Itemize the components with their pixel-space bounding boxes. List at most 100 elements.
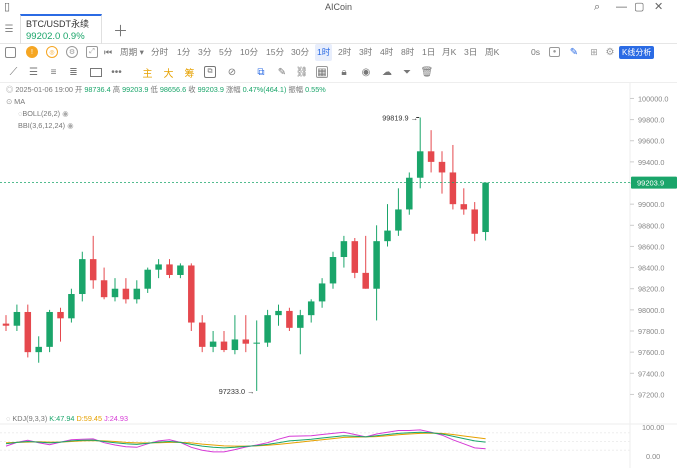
interval-7[interactable]: 1时 [315,44,333,61]
interval-12[interactable]: 1日 [422,44,435,61]
interval-4[interactable]: 10分 [240,44,258,61]
tab-price-value: 99202.0 [26,31,61,42]
boll-indicator[interactable]: ◌BOLL(26,2) ◉ [18,109,68,119]
kline-analysis-button[interactable]: K线分析 [619,46,655,59]
eye-toggle-icon[interactable]: ◉ [62,109,68,118]
compare-icon[interactable]: ⊞ [588,46,600,58]
kdj-readout: ◌ KDJ(9,3,3) K:47.94 D:59.45 J:24.93 [6,414,128,424]
price-tick-label: 98400.0 [638,264,664,273]
candle-body [307,301,315,316]
candle-body [177,265,184,275]
candle-body [373,241,380,289]
interval-6[interactable]: 30分 [291,44,309,61]
period-dropdown[interactable]: 周期 ▾ [120,44,144,61]
search-icon[interactable]: ⌕ [594,1,600,13]
candle-body [133,288,141,300]
close-icon[interactable]: ✕ [654,1,663,13]
change-label: 涨幅 [225,85,241,94]
price-tick-label: 99600.0 [638,137,664,146]
menu-icon[interactable]: ☰ [3,23,15,35]
candlestick-chart[interactable]: 100000.099800.099600.099400.099200.09900… [0,83,677,468]
interval-14[interactable]: 3日 [464,44,477,61]
bbi-indicator[interactable]: BBI(3,6,12,24) ◉ [18,121,73,131]
link-icon[interactable]: ⛓ [296,66,309,78]
interval-8[interactable]: 2时 [338,44,351,61]
interval-2[interactable]: 3分 [198,44,211,61]
eye-toggle-icon[interactable]: ◉ [67,121,73,130]
candle-body [242,339,250,344]
eye-icon[interactable]: ◉ [360,66,372,78]
low-annotation: 97233.0 → [219,387,255,396]
candle-body [155,264,162,270]
fib-icon[interactable]: ≣ [67,66,80,79]
trash-icon[interactable]: 🗑︎ [421,66,434,78]
maximize-icon[interactable]: ▢ [634,1,644,13]
interval-5[interactable]: 15分 [266,44,284,61]
collapse-icon[interactable]: ◎ [6,85,13,94]
kdj-label: KDJ(9,3,3) [12,414,48,423]
cloud-icon[interactable]: ☁ [381,66,393,78]
tab-btcusdt[interactable]: BTC/USDT永续 99202.0 0.9% [20,14,102,44]
ma-indicator[interactable]: ⊙ MA [6,97,25,107]
drawing-toolbar: ⟋ ☰ ≡ ≣ ••• 主 大 筹 ⧉ ⊘ ⧉ ✎ ⛓ ▦ 🔒︎ ◉ ☁ ⏷ 🗑… [0,61,677,83]
candle-body [471,209,478,234]
interval-1[interactable]: 1分 [177,44,190,61]
bell-icon: ◌ [6,414,11,423]
camera-icon[interactable]: ● [549,47,560,57]
price-tick-label: 97200.0 [638,390,664,399]
filter-icon[interactable]: ⏷ [401,66,413,78]
interval-3[interactable]: 5分 [219,44,232,61]
more-icon[interactable]: ••• [110,66,123,79]
close-value: 99203.9 [197,85,224,94]
settings-circle-icon[interactable]: ⚙ [66,46,78,58]
parallel-channel-icon[interactable]: ≡ [47,66,60,79]
large-tool[interactable]: 大 [162,65,175,80]
candle-body [340,241,348,258]
candle-body [188,265,195,323]
interval-13[interactable]: 月K [442,44,456,61]
interval-10[interactable]: 4时 [380,44,393,61]
fullscreen-icon[interactable]: ⤢ [86,46,98,58]
current-price-label: 99203.9 [637,179,664,188]
layout-icon[interactable] [5,47,16,58]
copy-icon[interactable]: ⧉ [204,66,216,78]
candle-body [438,161,446,173]
chart-area[interactable]: 100000.099800.099600.099400.099200.09900… [0,83,677,468]
price-tick-label: 99800.0 [638,116,664,125]
candle-body [395,209,402,231]
layers-icon[interactable]: ⧉ [255,66,267,78]
pencil-icon[interactable]: ✎ [276,66,288,78]
price-tick-label: 97400.0 [638,369,664,378]
horizontal-line-icon[interactable]: ☰ [27,66,40,79]
interval-toolbar: ! ◎ ⚙ ⤢ ⏮ 周期 ▾ 分时 1分 3分 5分 10分 15分 30分 1… [0,44,677,61]
chips-tool[interactable]: 筹 [183,65,196,80]
magnet-icon[interactable]: ⊘ [226,66,238,78]
grid-icon[interactable]: ▦ [316,66,328,78]
candle-body [384,230,391,242]
alert-icon[interactable]: ! [26,46,38,58]
lock-icon[interactable]: 🔒︎ [338,66,350,78]
line-tool-icon[interactable]: ⟋ [7,66,20,79]
kdj-tick-label: 0.00 [646,452,660,461]
edit-icon[interactable]: ✎ [568,46,580,58]
interval-0[interactable]: 分时 [151,44,168,61]
interval-11[interactable]: 8时 [401,44,414,61]
interval-15[interactable]: 周K [485,44,499,61]
amplitude-label: 振幅 [288,85,304,94]
main-tool[interactable]: 主 [141,65,154,80]
interval-9[interactable]: 3时 [359,44,372,61]
candle-body [100,280,108,298]
price-tick-label: 100000.0 [638,94,668,103]
minimize-icon[interactable]: — [616,1,627,13]
candle-body [89,259,97,281]
rectangle-tool-icon[interactable] [90,68,102,77]
rewind-icon[interactable]: ⏮ [102,46,114,58]
candle-body [68,294,75,319]
kdj-tick-label: 100.00 [642,423,664,432]
add-tab-icon[interactable]: ＋ [113,20,128,41]
candle-body [2,323,10,326]
coin-icon[interactable]: ◎ [46,46,58,58]
gear-icon[interactable]: ⚙ [604,46,616,58]
candle-body [264,315,271,343]
price-tick-label: 98600.0 [638,242,664,251]
